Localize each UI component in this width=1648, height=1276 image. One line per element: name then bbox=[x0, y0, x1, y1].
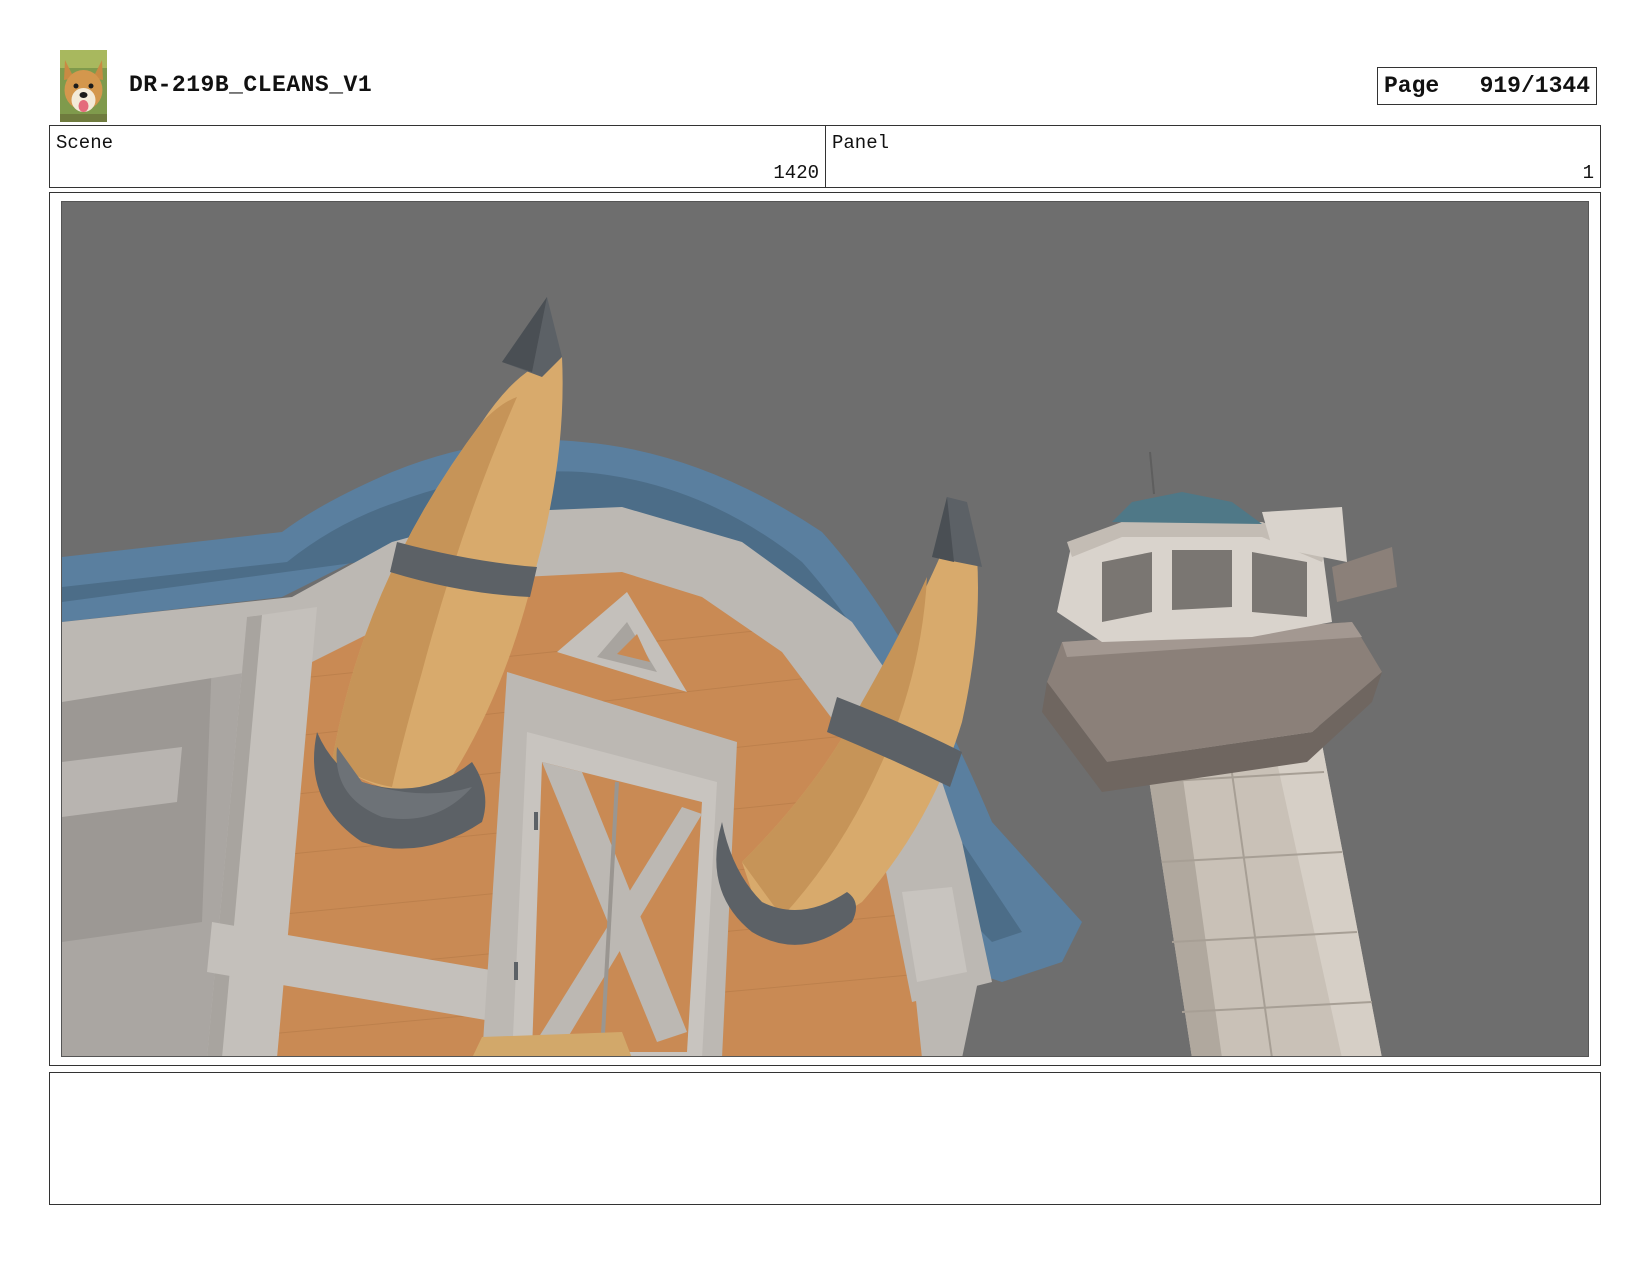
scene-number: 1420 bbox=[773, 162, 819, 184]
scene-panel-info: Scene 1420 Panel 1 bbox=[49, 125, 1601, 188]
page-indicator: Page 919/1344 bbox=[1377, 67, 1597, 105]
scene-label: Scene bbox=[56, 132, 114, 154]
storyboard-image bbox=[61, 201, 1589, 1057]
page-label: Page bbox=[1384, 73, 1440, 99]
dog-logo bbox=[60, 50, 107, 122]
panel-label: Panel bbox=[832, 132, 890, 154]
notes-box bbox=[49, 1072, 1601, 1205]
project-title: DR-219B_CLEANS_V1 bbox=[129, 72, 373, 98]
page-number: 919/1344 bbox=[1479, 73, 1590, 99]
panel-number: 1 bbox=[1582, 162, 1594, 184]
scene-cell: Scene 1420 bbox=[50, 126, 826, 187]
panel-cell: Panel 1 bbox=[826, 126, 1600, 187]
